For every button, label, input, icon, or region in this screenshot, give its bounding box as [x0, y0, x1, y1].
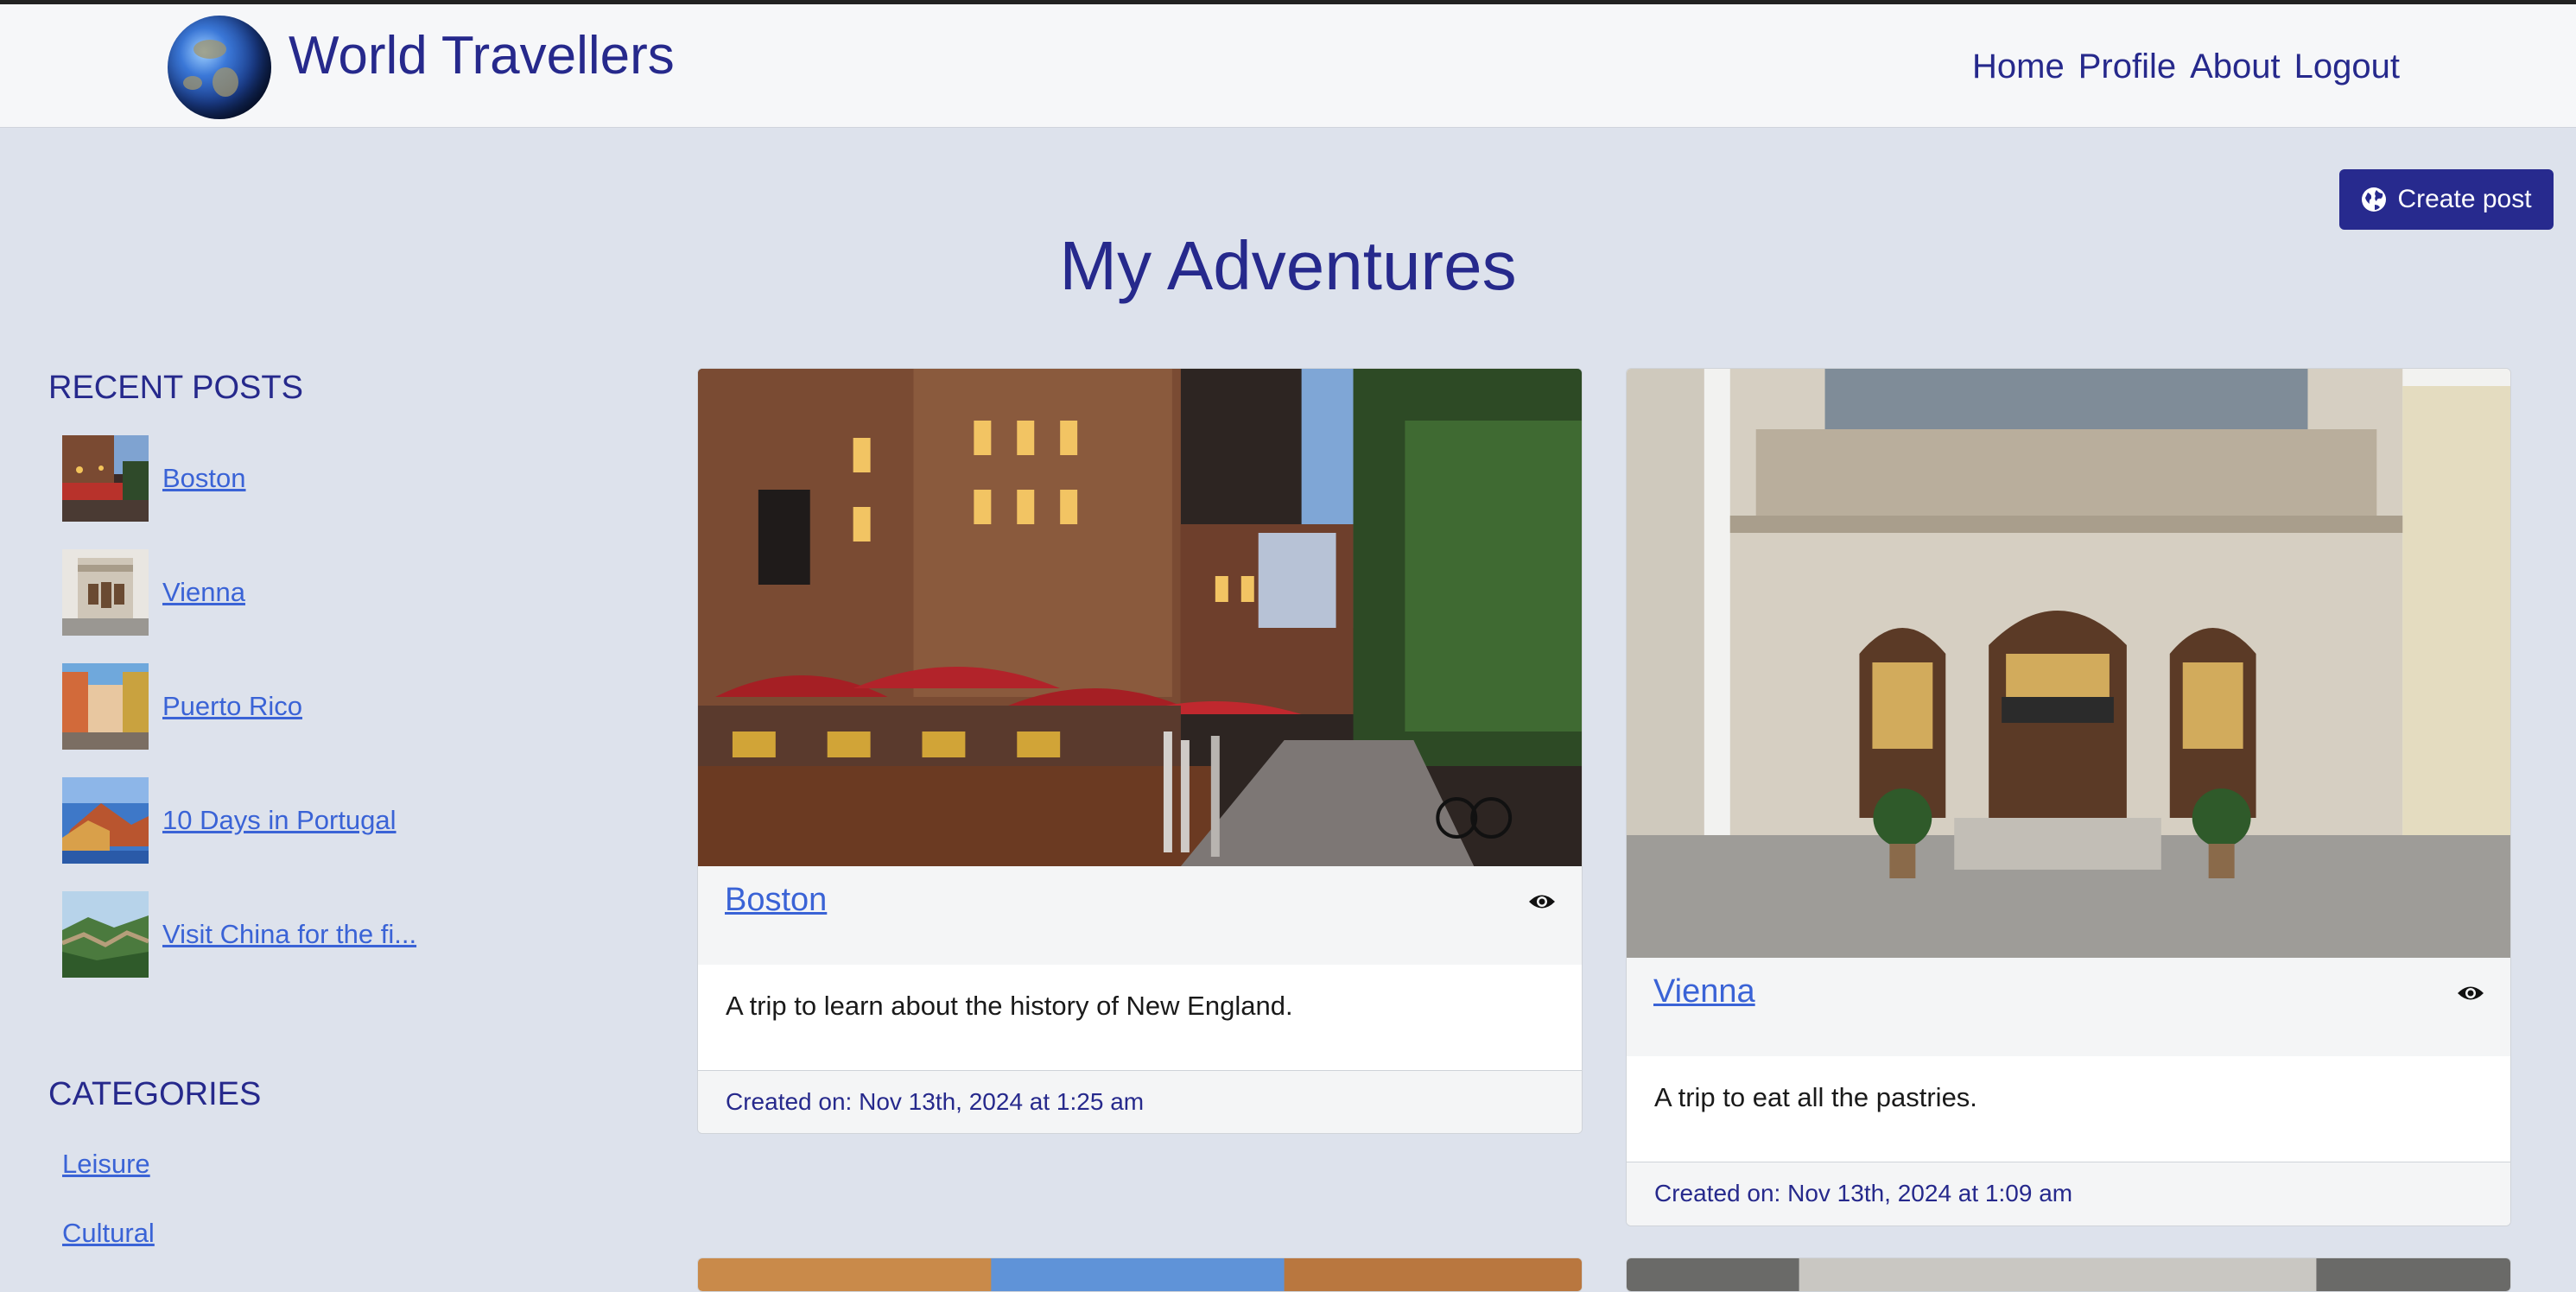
post-image[interactable] [1627, 369, 2510, 958]
recent-post-link[interactable]: Visit China for the fi... [162, 919, 416, 950]
top-navbar: World Travellers Home Profile About Logo… [0, 0, 2576, 128]
recent-post-link[interactable]: 10 Days in Portugal [162, 805, 397, 836]
recent-post-thumbnail[interactable] [62, 777, 149, 864]
recent-post-item: Visit China for the fi... [62, 891, 416, 978]
recent-post-item: Vienna [62, 549, 245, 636]
post-card-footer: Created on: Nov 13th, 2024 at 1:25 am [698, 1071, 1582, 1133]
post-description: A trip to learn about the history of New… [726, 991, 1293, 1021]
post-description: A trip to eat all the pastries. [1654, 1082, 1977, 1112]
post-title-link[interactable]: Vienna [1653, 973, 1755, 1010]
main-nav: Home Profile About Logout [1972, 48, 2400, 86]
brand-name[interactable]: World Travellers [289, 25, 675, 86]
create-post-button[interactable]: Create post [2339, 169, 2554, 230]
recent-post-item: Puerto Rico [62, 663, 302, 750]
recent-posts-heading: RECENT POSTS [48, 370, 303, 406]
post-created-date: Created on: Nov 13th, 2024 at 1:25 am [726, 1088, 1145, 1115]
post-image[interactable] [698, 369, 1582, 866]
recent-post-link[interactable]: Vienna [162, 577, 245, 608]
post-title-link[interactable]: Boston [725, 882, 827, 919]
nav-home-link[interactable]: Home [1972, 48, 2065, 86]
post-card-body: A trip to learn about the history of New… [698, 965, 1582, 1071]
post-card [697, 1257, 1583, 1292]
categories-heading: CATEGORIES [48, 1076, 262, 1112]
category-link-cultural[interactable]: Cultural [62, 1218, 155, 1249]
nav-profile-link[interactable]: Profile [2078, 48, 2176, 86]
recent-post-link[interactable]: Boston [162, 463, 246, 494]
post-created-date: Created on: Nov 13th, 2024 at 1:09 am [1654, 1180, 2073, 1206]
page-title: My Adventures [1059, 227, 1517, 304]
post-card-header: Boston [698, 866, 1582, 966]
post-card-header: Vienna [1627, 958, 2510, 1057]
recent-post-item: Boston [62, 435, 246, 522]
post-image[interactable] [1627, 1258, 2510, 1292]
category-link-leisure[interactable]: Leisure [62, 1149, 150, 1180]
recent-post-item: 10 Days in Portugal [62, 777, 397, 864]
recent-post-thumbnail[interactable] [62, 435, 149, 522]
globe-logo[interactable] [168, 16, 271, 119]
post-card [1626, 1257, 2511, 1292]
eye-icon[interactable] [2457, 984, 2484, 1003]
recent-post-thumbnail[interactable] [62, 663, 149, 750]
globe-icon [2362, 187, 2387, 212]
recent-post-thumbnail[interactable] [62, 891, 149, 978]
nav-about-link[interactable]: About [2190, 48, 2281, 86]
post-card-body: A trip to eat all the pastries. [1627, 1056, 2510, 1162]
nav-logout-link[interactable]: Logout [2294, 48, 2400, 86]
post-image[interactable] [698, 1258, 1582, 1292]
eye-icon[interactable] [1528, 892, 1556, 911]
post-card-footer: Created on: Nov 13th, 2024 at 1:09 am [1627, 1162, 2510, 1226]
post-card: Vienna A trip to eat all the pastries. C… [1626, 368, 2511, 1226]
create-post-label: Create post [2397, 185, 2532, 213]
post-card: Boston A trip to learn about the history… [697, 368, 1583, 1134]
recent-post-thumbnail[interactable] [62, 549, 149, 636]
recent-post-link[interactable]: Puerto Rico [162, 691, 302, 722]
